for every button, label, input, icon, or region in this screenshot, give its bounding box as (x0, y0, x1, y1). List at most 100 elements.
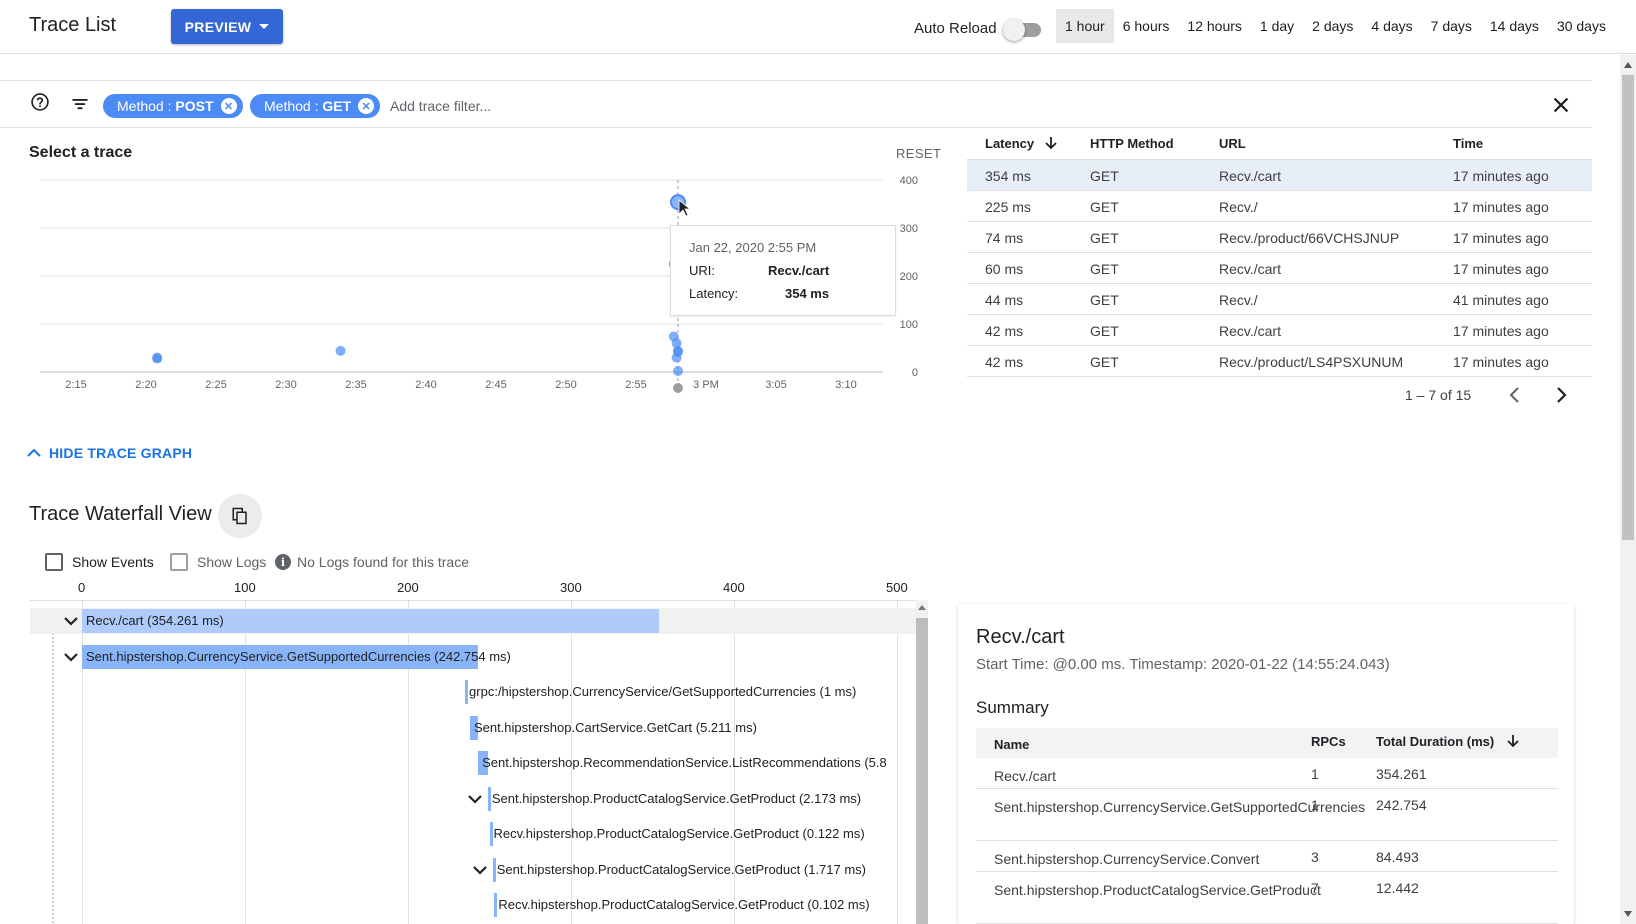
show-logs-checkbox[interactable] (170, 553, 188, 571)
x-tick-label: 3:05 (765, 379, 786, 391)
table-row[interactable]: 42 ms GET Recv./product/LS4PSXUNUM 17 minut… (967, 346, 1592, 377)
span-label[interactable]: grpc:/hipstershop.CurrencyService/GetSup… (469, 684, 856, 700)
scatter-point[interactable] (673, 366, 683, 377)
time-range-14-days[interactable]: 14 days (1481, 9, 1548, 43)
preview-dropdown-button[interactable]: PREVIEW (171, 9, 283, 44)
tooltip-latency-value: 354 ms (785, 286, 830, 301)
cell-time: 17 minutes ago (1453, 168, 1549, 184)
scroll-up-arrow-icon[interactable] (1624, 62, 1632, 68)
hover-cursor-marker (673, 383, 683, 393)
show-events-label: Show Events (72, 554, 154, 570)
span-label[interactable]: Sent.hipstershop.RecommendationService.L… (482, 755, 887, 771)
span-bar[interactable] (465, 680, 469, 704)
chevron-down-icon[interactable] (62, 612, 80, 630)
column-header-latency[interactable]: Latency (985, 136, 1058, 151)
cell-url: Recv./cart (1219, 168, 1281, 184)
chevron-left-icon[interactable] (1505, 384, 1525, 406)
scroll-down-arrow-icon[interactable] (1624, 911, 1632, 917)
column-header-rpcs[interactable]: RPCs (1311, 734, 1346, 749)
column-header-duration[interactable]: Total Duration (ms) (1376, 734, 1520, 749)
column-header-method[interactable]: HTTP Method (1090, 136, 1174, 151)
summary-row[interactable]: Sent.hipstershop.CurrencyService.Convert… (976, 841, 1558, 872)
chevron-right-icon[interactable] (1551, 384, 1571, 406)
cell-time: 17 minutes ago (1453, 323, 1549, 339)
cell-name: Sent.hipstershop.CurrencyService.Convert (994, 851, 1260, 867)
time-range-6-hours[interactable]: 6 hours (1114, 9, 1179, 43)
span-bar[interactable] (494, 893, 498, 917)
summary-row[interactable]: Recv./cart 1 354.261 (976, 758, 1558, 789)
y-tick-label: 100 (900, 319, 918, 331)
filter-chip-method-get[interactable]: Method : GET ✕ (250, 94, 381, 118)
time-range-1-day[interactable]: 1 day (1251, 9, 1303, 43)
scatter-point[interactable] (671, 352, 682, 363)
cell-name: Sent.hipstershop.ProductCatalogService.G… (994, 882, 1321, 898)
chevron-down-icon[interactable] (62, 648, 80, 666)
span-label[interactable]: Recv.hipstershop.ProductCatalogService.G… (494, 826, 865, 842)
waterfall-scrollbar[interactable] (916, 600, 928, 924)
column-header-time[interactable]: Time (1453, 136, 1483, 151)
page-scrollbar[interactable] (1620, 55, 1636, 924)
hide-trace-graph-button[interactable]: HIDE TRACE GRAPH (27, 445, 192, 461)
remove-chip-icon[interactable]: ✕ (220, 98, 237, 114)
span-label[interactable]: Recv./cart (354.261 ms) (86, 613, 224, 629)
cell-url: Recv./ (1219, 292, 1258, 308)
remove-chip-icon[interactable]: ✕ (358, 98, 375, 114)
scatter-point[interactable] (335, 345, 346, 356)
table-row[interactable]: 44 ms GET Recv./ 41 minutes ago (967, 284, 1592, 315)
table-row[interactable]: 60 ms GET Recv./cart 17 minutes ago (967, 253, 1592, 284)
span-bar[interactable] (487, 786, 492, 811)
show-logs-label: Show Logs (197, 554, 267, 570)
time-range-2-days[interactable]: 2 days (1303, 9, 1362, 43)
summary-row[interactable]: Sent.hipstershop.ProductCatalogService.G… (976, 872, 1558, 924)
summary-table: Name RPCs Total Duration (ms) Recv./cart… (976, 728, 1558, 924)
chevron-down-icon[interactable] (471, 861, 489, 879)
sort-arrow-down-icon (1045, 137, 1057, 150)
summary-row[interactable]: Sent.hipstershop.CurrencyService.GetSupp… (976, 789, 1558, 841)
scrollbar-thumb[interactable] (1622, 75, 1634, 540)
trace-filter-input[interactable] (388, 93, 888, 119)
table-row[interactable]: 354 ms GET Recv./cart 17 minutes ago (967, 160, 1592, 191)
column-header-name[interactable]: Name (994, 734, 1194, 755)
span-label[interactable]: Sent.hipstershop.CartService.GetCart (5.… (474, 720, 757, 736)
time-range-7-days[interactable]: 7 days (1422, 9, 1481, 43)
table-row[interactable]: 42 ms GET Recv./cart 17 minutes ago (967, 315, 1592, 346)
span-bar[interactable] (489, 822, 493, 846)
cell-name: Recv./cart (994, 768, 1056, 784)
tooltip-uri-value: Recv./cart (768, 263, 830, 278)
caret-down-icon (259, 24, 270, 29)
waterfall-axis: 0 100 200 300 400 500 (30, 580, 940, 600)
filter-list-icon[interactable] (70, 94, 90, 114)
x-tick-label: 2:50 (555, 379, 576, 391)
copy-icon (232, 507, 247, 525)
cell-latency: 42 ms (985, 354, 1024, 370)
show-events-checkbox[interactable] (45, 553, 63, 571)
span-label[interactable]: Sent.hipstershop.CurrencyService.GetSupp… (86, 649, 511, 665)
table-row[interactable]: 225 ms GET Recv./ 17 minutes ago (967, 191, 1592, 222)
chevron-down-icon[interactable] (466, 790, 484, 808)
column-header-url[interactable]: URL (1219, 136, 1246, 151)
scroll-up-arrow-icon[interactable] (918, 605, 926, 610)
time-range-4-days[interactable]: 4 days (1362, 9, 1421, 43)
span-label[interactable]: Recv.hipstershop.ProductCatalogService.G… (498, 897, 869, 913)
reset-button[interactable]: RESET (896, 146, 941, 161)
cell-rpcs: 1 (1311, 766, 1319, 782)
span-label[interactable]: Sent.hipstershop.ProductCatalogService.G… (497, 862, 866, 878)
copy-button[interactable] (218, 494, 262, 538)
time-range-12-hours[interactable]: 12 hours (1178, 9, 1250, 43)
auto-reload-toggle[interactable] (1003, 19, 1043, 41)
table-row[interactable]: 74 ms GET Recv./product/66VCHSJNUP 17 minut… (967, 222, 1592, 253)
cell-duration: 354.261 (1376, 766, 1427, 782)
scrollbar-thumb[interactable] (916, 618, 928, 924)
span-label[interactable]: Sent.hipstershop.ProductCatalogService.G… (492, 791, 861, 807)
hide-trace-graph-label: HIDE TRACE GRAPH (49, 445, 193, 461)
scatter-point[interactable] (152, 353, 163, 364)
cell-time: 41 minutes ago (1453, 292, 1549, 308)
time-range-1-hour[interactable]: 1 hour (1056, 9, 1114, 43)
filter-chip-method-post[interactable]: Method : POST ✕ (103, 94, 243, 118)
axis-tick-label: 200 (397, 580, 419, 595)
span-bar[interactable] (492, 857, 496, 882)
toggle-thumb (1003, 19, 1025, 41)
time-range-30-days[interactable]: 30 days (1548, 9, 1615, 43)
help-icon[interactable] (30, 92, 50, 112)
close-icon[interactable] (1550, 94, 1572, 116)
